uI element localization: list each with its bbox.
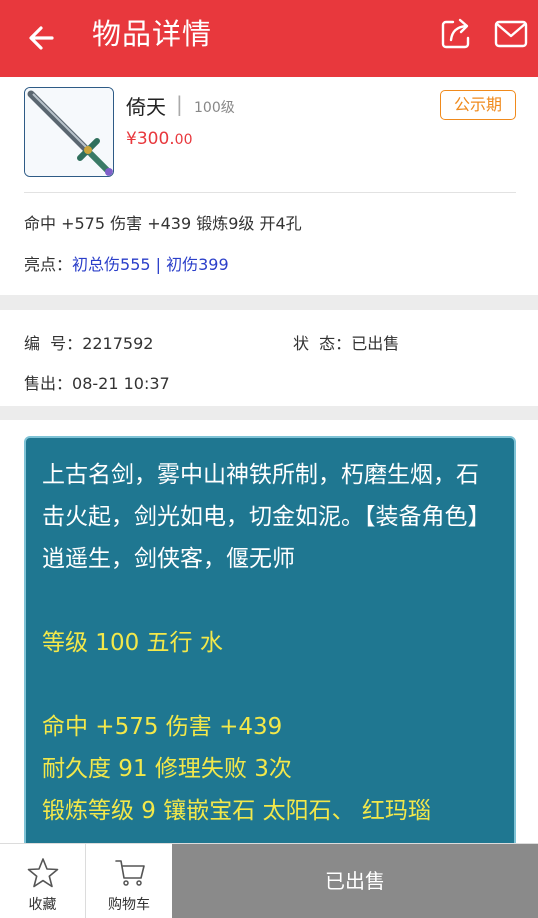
bottom-action-bar: 收藏 购物车 已出售 xyxy=(0,843,538,918)
top-app-bar: 物品详情 xyxy=(0,0,538,77)
cart-button[interactable]: 购物车 xyxy=(86,844,172,918)
section-gap xyxy=(0,406,538,420)
star-icon xyxy=(27,858,59,888)
item-stats: 命中 +575 伤害 +439 锻炼9级 开4孔 xyxy=(24,214,302,233)
item-thumbnail[interactable] xyxy=(24,87,114,177)
description-attr-3: 锻炼等级 9 镶嵌宝石 太阳石、 红玛瑙 xyxy=(42,798,431,824)
sold-value: 08-21 10:37 xyxy=(72,374,170,393)
item-price: ¥300.00 xyxy=(126,129,193,149)
description-attr-1: 命中 +575 伤害 +439 xyxy=(42,714,283,740)
status-label: 状 态： xyxy=(293,334,352,353)
cart-icon xyxy=(115,860,145,886)
item-id: 编 号：2217592 xyxy=(24,330,153,354)
section-gap xyxy=(0,295,538,310)
divider xyxy=(24,192,516,193)
item-description: 上古名剑，雾中山神铁所制，朽磨生烟，石击火起，剑光如电，切金如泥。【装备角色】逍… xyxy=(24,436,516,866)
item-highlight: 亮点：初总伤555 | 初伤399 xyxy=(24,251,229,275)
item-level: 100级 xyxy=(194,100,235,116)
sword-image xyxy=(25,88,113,176)
description-level: 等级 100 五行 水 xyxy=(42,630,223,656)
status-value: 已出售 xyxy=(351,334,400,353)
id-value: 2217592 xyxy=(82,334,154,353)
highlight-value: 初总伤555 | 初伤399 xyxy=(72,255,229,274)
price-main: ¥300. xyxy=(126,129,175,149)
item-summary: 倚天 | 100级 ¥300.00 公示期 命中 +575 伤害 +439 锻炼… xyxy=(0,77,538,295)
favorite-button[interactable]: 收藏 xyxy=(0,844,86,918)
mail-icon[interactable] xyxy=(492,16,530,52)
highlight-label: 亮点： xyxy=(24,255,73,274)
price-cents: 00 xyxy=(174,132,193,148)
page-title: 物品详情 xyxy=(92,17,213,51)
page: 物品详情 倚天 | 100级 ¥300.00 公示期 命中 +575 伤害 +4… xyxy=(0,0,538,918)
sold-status-button[interactable]: 已出售 xyxy=(172,844,538,918)
share-icon[interactable] xyxy=(438,16,474,52)
sold-label: 售出： xyxy=(24,374,73,393)
cart-label: 购物车 xyxy=(108,897,150,913)
sold-time: 售出：08-21 10:37 xyxy=(24,370,170,394)
description-intro: 上古名剑，雾中山神铁所制，朽磨生烟，石击火起，剑光如电，切金如泥。【装备角色】逍… xyxy=(42,462,491,572)
name-separator: | xyxy=(176,92,183,116)
status-badge: 公示期 xyxy=(440,90,516,120)
description-attr-2: 耐久度 91 修理失败 3次 xyxy=(42,756,292,782)
item-name: 倚天 xyxy=(126,95,166,119)
favorite-label: 收藏 xyxy=(28,897,57,913)
arrow-left-icon[interactable] xyxy=(22,18,62,58)
id-label: 编 号： xyxy=(24,334,83,353)
trade-info: 编 号：2217592 状 态：已出售 售出：08-21 10:37 xyxy=(0,310,538,406)
item-status: 状 态：已出售 xyxy=(293,330,399,354)
